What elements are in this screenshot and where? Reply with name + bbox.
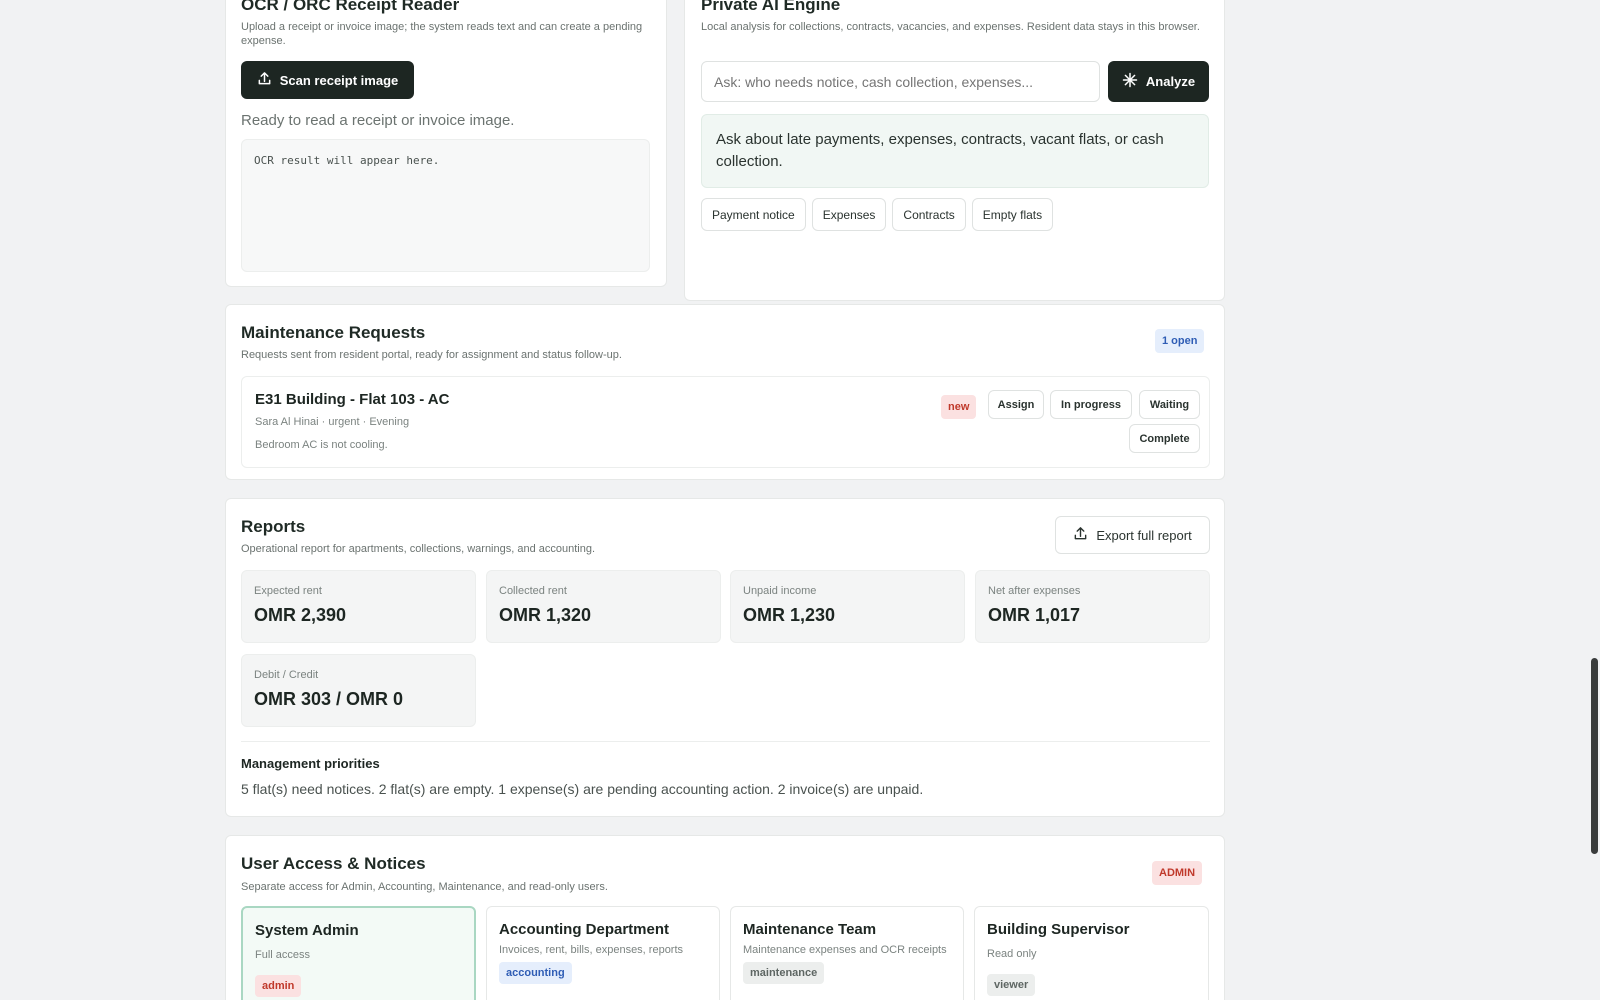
ocr-status: Ready to read a receipt or invoice image…	[241, 112, 515, 129]
request-title: E31 Building - Flat 103 - AC	[255, 391, 450, 408]
ocr-card: OCR / ORC Receipt Reader Upload a receip…	[225, 0, 667, 287]
export-report-button[interactable]: Export full report	[1055, 516, 1210, 554]
request-description: Bedroom AC is not cooling.	[255, 439, 388, 451]
ai-hint-box: Ask about late payments, expenses, contr…	[701, 114, 1209, 188]
assign-button[interactable]: Assign	[988, 390, 1044, 419]
stat-value: OMR 2,390	[254, 605, 347, 625]
in-progress-button[interactable]: In progress	[1050, 390, 1132, 419]
stat-net-after-expenses: Net after expenses OMR 1,017	[975, 570, 1210, 643]
role-description: Maintenance expenses and OCR receipts	[743, 944, 947, 956]
export-icon	[1073, 526, 1088, 544]
maintenance-card: Maintenance Requests Requests sent from …	[225, 304, 1225, 480]
role-badge: viewer	[987, 974, 1036, 996]
stat-expected-rent: Expected rent OMR 2,390	[241, 570, 476, 643]
export-report-label: Export full report	[1096, 527, 1192, 543]
stat-label: Unpaid income	[743, 585, 817, 597]
chip-expenses[interactable]: Expenses	[811, 198, 887, 231]
spark-icon	[1122, 72, 1138, 91]
access-subtitle: Separate access for Admin, Accounting, M…	[241, 881, 608, 893]
maintenance-title: Maintenance Requests	[241, 323, 426, 342]
page-scrollbar[interactable]	[1591, 658, 1598, 854]
chip-empty-flats[interactable]: Empty flats	[971, 198, 1054, 231]
open-count-badge: 1 open	[1155, 329, 1205, 353]
reports-divider	[241, 741, 1210, 742]
ai-card: Private AI Engine Local analysis for col…	[684, 0, 1225, 301]
access-title: User Access & Notices	[241, 854, 426, 873]
stat-label: Expected rent	[254, 585, 322, 597]
stat-collected-rent: Collected rent OMR 1,320	[486, 570, 721, 643]
role-card-building-supervisor[interactable]: Building Supervisor Read only viewer	[974, 906, 1209, 1000]
stat-label: Collected rent	[499, 585, 567, 597]
stat-value: OMR 1,017	[988, 605, 1081, 625]
scan-receipt-button[interactable]: Scan receipt image	[241, 61, 414, 99]
waiting-button[interactable]: Waiting	[1139, 390, 1200, 419]
ai-hint-text: Ask about late payments, expenses, contr…	[716, 131, 1164, 170]
request-meta: Sara Al Hinai · urgent · Evening	[255, 416, 410, 428]
role-description: Invoices, rent, bills, expenses, reports	[499, 944, 684, 956]
stat-unpaid-income: Unpaid income OMR 1,230	[730, 570, 965, 643]
maintenance-subtitle: Requests sent from resident portal, read…	[241, 349, 622, 361]
role-name: Building Supervisor	[987, 921, 1130, 938]
complete-button[interactable]: Complete	[1129, 424, 1200, 453]
maintenance-request-row: E31 Building - Flat 103 - AC Sara Al Hin…	[241, 376, 1210, 468]
stat-value: OMR 1,320	[499, 605, 592, 625]
role-card-accounting[interactable]: Accounting Department Invoices, rent, bi…	[486, 906, 720, 1000]
role-description: Full access	[255, 949, 311, 961]
stat-label: Debit / Credit	[254, 669, 319, 681]
role-name: Accounting Department	[499, 921, 670, 938]
ocr-result-text: OCR result will appear here.	[254, 154, 440, 167]
analyze-label: Analyze	[1145, 74, 1196, 89]
ai-title: Private AI Engine	[701, 0, 841, 14]
request-status-badge: new	[941, 395, 977, 419]
chip-payment-notice[interactable]: Payment notice	[701, 198, 806, 231]
ocr-subtitle: Upload a receipt or invoice image; the s…	[241, 21, 643, 47]
ai-chip-row: Payment notice Expenses Contracts Empty …	[701, 198, 1059, 231]
role-badge: maintenance	[743, 962, 825, 984]
stat-debit-credit: Debit / Credit OMR 303 / OMR 0	[241, 654, 476, 727]
ocr-title: OCR / ORC Receipt Reader	[241, 0, 460, 14]
stat-value: OMR 303 / OMR 0	[254, 689, 404, 709]
role-description: Read only	[987, 948, 1037, 960]
reports-title: Reports	[241, 517, 306, 536]
role-badge: admin	[255, 975, 302, 997]
priorities-title: Management priorities	[241, 756, 380, 771]
role-card-system-admin[interactable]: System Admin Full access admin	[241, 906, 476, 1000]
chip-contracts[interactable]: Contracts	[892, 198, 966, 231]
reports-card: Reports Operational report for apartment…	[225, 498, 1225, 817]
priorities-text: 5 flat(s) need notices. 2 flat(s) are em…	[241, 781, 924, 797]
upload-icon	[257, 71, 272, 89]
role-card-maintenance[interactable]: Maintenance Team Maintenance expenses an…	[730, 906, 964, 1000]
role-name: System Admin	[255, 922, 359, 939]
role-name: Maintenance Team	[743, 921, 877, 938]
reports-subtitle: Operational report for apartments, colle…	[241, 543, 596, 555]
ocr-result-box: OCR result will appear here.	[241, 139, 650, 272]
analyze-button[interactable]: Analyze	[1108, 61, 1209, 102]
scan-receipt-label: Scan receipt image	[279, 72, 399, 88]
ai-subtitle: Local analysis for collections, contract…	[701, 21, 1200, 33]
current-role-badge: ADMIN	[1152, 861, 1203, 885]
role-badge: accounting	[499, 962, 572, 984]
stat-value: OMR 1,230	[743, 605, 836, 625]
stat-label: Net after expenses	[988, 585, 1081, 597]
ai-query-input[interactable]	[701, 61, 1100, 102]
